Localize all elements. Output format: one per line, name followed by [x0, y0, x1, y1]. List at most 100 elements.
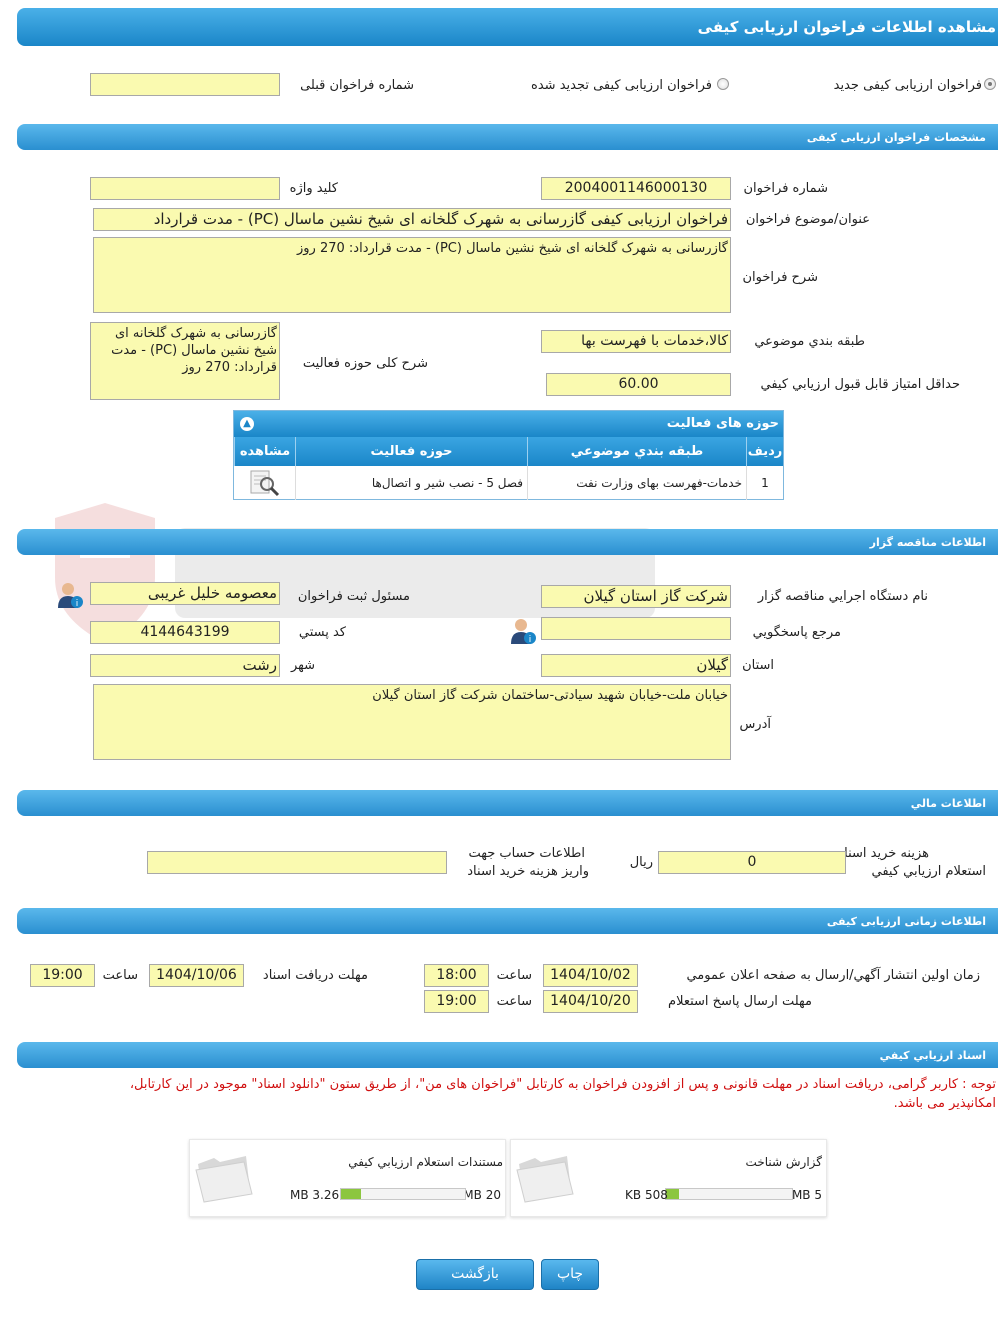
- reference-user-icon[interactable]: i: [508, 616, 538, 646]
- keyword-label: کلید واژه: [289, 181, 338, 196]
- publish-time-label: ساعت: [496, 968, 532, 983]
- activities-table-header: حوزه های فعالیت ▲: [234, 411, 783, 437]
- org-name-label: نام دستگاه اجرايي مناقصه گزار: [757, 589, 928, 604]
- publish-date-field[interactable]: 1404/10/02: [543, 964, 638, 987]
- address-label: آدرس: [739, 717, 771, 732]
- finance-section-bar: اطلاعات مالي: [17, 790, 998, 816]
- table-row-category: خدمات-فهرست بهای وزارت نفت: [527, 466, 746, 500]
- activities-table: حوزه های فعالیت ▲ رديف طبقه بندي موضوعي …: [233, 410, 784, 500]
- doc-cost-field[interactable]: 0: [658, 851, 846, 874]
- download-note-line-2: امکانپذیر می باشد.: [893, 1096, 996, 1111]
- subject-field[interactable]: فراخوان ارزیابی کیفی گازرسانی به شهرک گل…: [93, 208, 731, 231]
- file-progress-fill: [341, 1189, 361, 1199]
- category-field[interactable]: کالا،خدمات با فهرست بها: [541, 330, 731, 353]
- doc-cost-label-1: هزينه خريد اسناد: [838, 846, 929, 861]
- col-field-header: حوزه فعاليت: [295, 437, 527, 466]
- collapse-icon[interactable]: ▲: [240, 417, 254, 431]
- org-name-field[interactable]: شرکت گاز استان گیلان: [541, 585, 731, 608]
- city-label: شهر: [290, 658, 315, 673]
- prev-number-field[interactable]: [90, 73, 280, 96]
- keyword-field[interactable]: [90, 177, 280, 200]
- receive-label: مهلت دريافت اسناد: [262, 968, 368, 983]
- receive-date-field[interactable]: 1404/10/06: [149, 964, 244, 987]
- table-row-number: 1: [746, 466, 783, 500]
- postal-code-field[interactable]: 4144643199: [90, 621, 280, 644]
- documents-section-bar: اسناد ارزيابي کيفي: [17, 1042, 998, 1068]
- file-progress-fill: [666, 1189, 679, 1199]
- file-card-report[interactable]: گزارش شناخت 5 MB 508 KB: [510, 1139, 827, 1217]
- timing-section-bar: اطلاعات زمانی ارزیابی کیفی: [17, 908, 998, 934]
- file-progress-bar: [665, 1188, 793, 1200]
- page-title: مشاهده اطلاعات فراخوان ارزیابی کیفی: [697, 18, 996, 36]
- registrar-field[interactable]: معصومه خلیل غریبی: [90, 582, 280, 605]
- activity-desc-label: شرح کلی حوزه فعالیت: [302, 356, 428, 371]
- reference-field[interactable]: [541, 617, 731, 640]
- back-button[interactable]: بازگشت: [416, 1259, 534, 1290]
- account-label-2: واريز هزينه خريد اسناد: [467, 864, 589, 879]
- spec-section-title: مشخصات فراخوان ارزیابی کیفی: [806, 131, 986, 144]
- reply-label: مهلت ارسال پاسخ استعلام: [668, 994, 812, 1009]
- call-number-field[interactable]: 2004001146000130: [541, 177, 731, 200]
- table-row-field: فصل 5 - نصب شیر و اتصال‌ها: [295, 466, 527, 500]
- registrar-label: مسئول ثبت فراخوان: [297, 589, 410, 604]
- renewed-call-label: فراخوان ارزیابی کیفی تجدید شده: [531, 78, 712, 93]
- city-field[interactable]: رشت: [90, 654, 280, 677]
- postal-code-label: کد پستي: [298, 625, 346, 640]
- file-max-size: 20 MB: [463, 1188, 501, 1202]
- reply-time-label: ساعت: [496, 994, 532, 1009]
- new-call-label: فراخوان ارزیابی کیفی جدید: [833, 78, 982, 93]
- province-label: استان: [742, 658, 774, 673]
- file-size: 508 KB: [625, 1188, 668, 1202]
- reply-date-field[interactable]: 1404/10/20: [543, 990, 638, 1013]
- reply-time-field[interactable]: 19:00: [424, 990, 489, 1013]
- currency-label: ريال: [629, 855, 653, 870]
- new-call-radio[interactable]: [984, 78, 996, 90]
- min-score-label: حداقل امتياز قابل قبول ارزيابي کيفي: [760, 377, 960, 392]
- activities-title: حوزه های فعالیت: [666, 416, 779, 431]
- user-info-icon[interactable]: i: [55, 580, 85, 610]
- call-number-label: شماره فراخوان: [743, 181, 829, 196]
- category-label: طبقه بندي موضوعي: [754, 334, 865, 349]
- activity-desc-field[interactable]: گازرسانی به شهرک گلخانه ای شیخ نشین ماسا…: [90, 322, 280, 400]
- address-field[interactable]: خیابان ملت-خیابان شهید سیادتی-ساختمان شر…: [93, 684, 731, 760]
- timing-section-title: اطلاعات زمانی ارزیابی کیفی: [826, 915, 986, 928]
- print-button[interactable]: چاپ: [541, 1259, 599, 1290]
- folder-icon: [516, 1156, 574, 1203]
- col-view-header: مشاهده: [234, 437, 295, 466]
- file-card-inquiry-docs[interactable]: مستندات استعلام ارزيابي کيفي 20 MB 3.26 …: [189, 1139, 506, 1217]
- reference-label: مرجع پاسخگويي: [752, 625, 841, 640]
- organizer-section-title: اطلاعات مناقصه گزار: [869, 536, 986, 549]
- col-category-header: طبقه بندي موضوعي: [527, 437, 746, 466]
- documents-section-title: اسناد ارزيابي کيفي: [879, 1049, 986, 1062]
- download-note-line-1: توجه : کاربر گرامی، دریافت اسناد در مهلت…: [129, 1077, 996, 1092]
- finance-section-title: اطلاعات مالي: [910, 797, 986, 810]
- table-row-view[interactable]: [234, 466, 295, 500]
- description-label: شرح فراخوان: [742, 270, 819, 285]
- organizer-section-bar: اطلاعات مناقصه گزار: [17, 529, 998, 555]
- description-field[interactable]: گازرسانی به شهرک گلخانه ای شیخ نشین ماسا…: [93, 237, 731, 313]
- svg-text:i: i: [529, 635, 532, 645]
- file-max-size: 5 MB: [791, 1188, 822, 1202]
- receive-time-label: ساعت: [102, 968, 138, 983]
- file-name: مستندات استعلام ارزيابي کيفي: [348, 1155, 503, 1169]
- publish-time-field[interactable]: 18:00: [424, 964, 489, 987]
- spec-section-bar: مشخصات فراخوان ارزیابی کیفی: [17, 124, 998, 150]
- receive-time-field[interactable]: 19:00: [30, 964, 95, 987]
- file-progress-bar: [340, 1188, 466, 1200]
- min-score-field[interactable]: 60.00: [546, 373, 731, 396]
- file-size: 3.26 MB: [290, 1188, 340, 1202]
- publish-label: زمان اولين انتشار آگهي/ارسال به صفحه اعل…: [686, 968, 980, 983]
- renewed-call-radio[interactable]: [717, 78, 729, 90]
- prev-number-label: شماره فراخوان قبلی: [300, 78, 414, 93]
- account-field[interactable]: [147, 851, 447, 874]
- magnifier-icon[interactable]: [248, 469, 282, 497]
- svg-text:i: i: [76, 599, 79, 609]
- subject-label: عنوان/موضوع فراخوان: [745, 212, 870, 227]
- col-row-header: رديف: [746, 437, 783, 466]
- file-name: گزارش شناخت: [745, 1155, 822, 1169]
- doc-cost-label-2: استعلام ارزيابي کيفي: [871, 864, 987, 879]
- account-label-1: اطلاعات حساب جهت: [468, 846, 585, 861]
- page-header: مشاهده اطلاعات فراخوان ارزیابی کیفی: [17, 8, 998, 46]
- folder-icon: [195, 1156, 253, 1203]
- province-field[interactable]: گیلان: [541, 654, 731, 677]
